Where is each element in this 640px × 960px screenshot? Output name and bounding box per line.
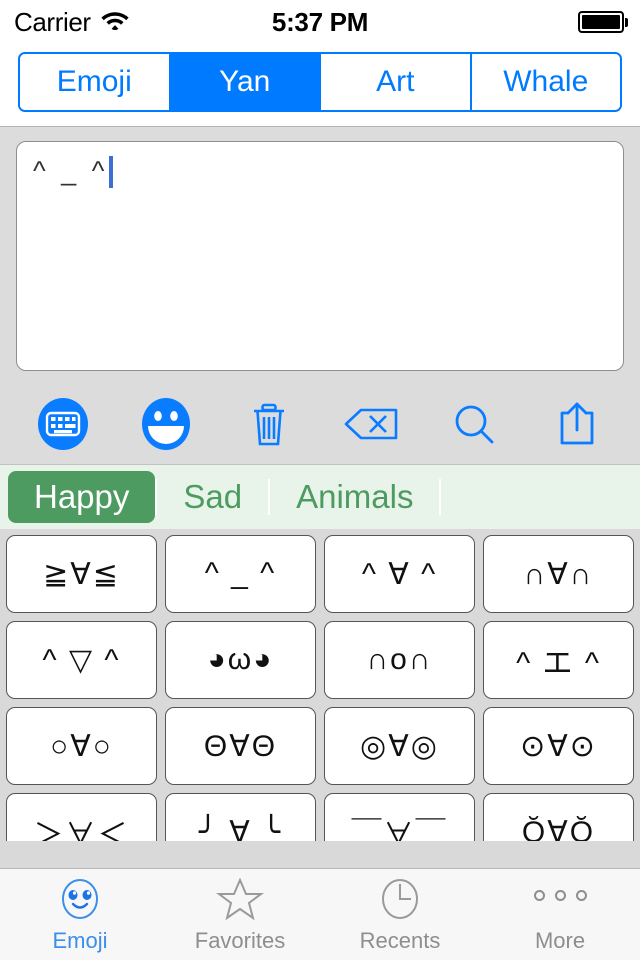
emoticon-grid[interactable]: ≧∀≦ ^ _ ^ ^ ∀ ^ ∩∀∩ ^ ▽ ^ ◕ω◕ ∩o∩ ^ エ ^ … bbox=[0, 529, 640, 841]
trash-icon[interactable] bbox=[236, 393, 302, 455]
segment-art[interactable]: Art bbox=[321, 54, 472, 110]
emoticon-cell[interactable]: ∩o∩ bbox=[324, 621, 475, 699]
segmented-control-container: Emoji Yan Art Whale bbox=[0, 44, 640, 126]
tab-label: More bbox=[534, 928, 586, 953]
star-icon bbox=[215, 875, 265, 925]
grid-row: ≧∀≦ ^ _ ^ ^ ∀ ^ ∩∀∩ bbox=[6, 535, 634, 613]
emoji-face-icon bbox=[55, 875, 105, 925]
grid-row: ○∀○ Θ∀Θ ◎∀◎ ⊙∀⊙ bbox=[6, 707, 634, 785]
editor-toolbar bbox=[0, 383, 640, 465]
emoticon-cell[interactable]: Ŏ∀Ŏ bbox=[483, 793, 634, 841]
text-input-area[interactable]: ^ _ ^ bbox=[16, 141, 624, 371]
clock-icon bbox=[375, 875, 425, 925]
emoticon-cell[interactable]: ^ ▽ ^ bbox=[6, 621, 157, 699]
text-area-region: ^ _ ^ bbox=[0, 126, 640, 383]
battery-full-icon bbox=[577, 11, 628, 33]
tab-recents[interactable]: Recents bbox=[320, 869, 480, 960]
segment-emoji[interactable]: Emoji bbox=[20, 54, 171, 110]
category-divider bbox=[439, 479, 442, 515]
share-icon[interactable] bbox=[544, 393, 610, 455]
ellipsis-icon bbox=[533, 875, 587, 925]
tab-label: Favorites bbox=[194, 928, 286, 953]
backspace-icon[interactable] bbox=[338, 393, 404, 455]
category-happy[interactable]: Happy bbox=[8, 471, 156, 523]
segment-yan[interactable]: Yan bbox=[170, 54, 321, 110]
emoticon-cell[interactable]: ＞∀＜ bbox=[6, 793, 157, 841]
segment-whale[interactable]: Whale bbox=[471, 54, 620, 110]
smiley-icon[interactable] bbox=[133, 393, 199, 455]
emoticon-cell[interactable]: ╯ ∀ ╰ bbox=[165, 793, 316, 841]
category-animals[interactable]: Animals bbox=[270, 471, 439, 523]
status-bar-time: 5:37 PM bbox=[271, 6, 369, 37]
emoticon-cell[interactable]: ⊙∀⊙ bbox=[483, 707, 634, 785]
emoticon-cell[interactable]: ^ ∀ ^ bbox=[324, 535, 475, 613]
emoticon-cell[interactable]: ∩∀∩ bbox=[483, 535, 634, 613]
tab-label: Recents bbox=[359, 928, 441, 953]
app-root: Carrier 5:37 PM Emoji Yan Art Whale ^ _ … bbox=[0, 0, 640, 960]
search-icon[interactable] bbox=[441, 393, 507, 455]
emoticon-cell[interactable]: ◎∀◎ bbox=[324, 707, 475, 785]
emoticon-cell[interactable]: ○∀○ bbox=[6, 707, 157, 785]
emoticon-cell[interactable]: ￣∀￣ bbox=[324, 793, 475, 841]
text-caret bbox=[109, 156, 114, 188]
grid-row: ^ ▽ ^ ◕ω◕ ∩o∩ ^ エ ^ bbox=[6, 621, 634, 699]
emoticon-cell[interactable]: ◕ω◕ bbox=[165, 621, 316, 699]
tab-label: Emoji bbox=[52, 928, 108, 953]
emoticon-cell[interactable]: ^ エ ^ bbox=[483, 621, 634, 699]
tab-favorites[interactable]: Favorites bbox=[160, 869, 320, 960]
category-sad[interactable]: Sad bbox=[157, 471, 268, 523]
emoticon-cell[interactable]: ^ _ ^ bbox=[165, 535, 316, 613]
tab-bar: Emoji Favorites Recents More bbox=[0, 868, 640, 960]
grid-row: ＞∀＜ ╯ ∀ ╰ ￣∀￣ Ŏ∀Ŏ bbox=[6, 793, 634, 841]
text-input-value: ^ _ ^ bbox=[33, 156, 109, 186]
tab-more[interactable]: More bbox=[480, 869, 640, 960]
tab-emoji[interactable]: Emoji bbox=[0, 869, 160, 960]
keyboard-icon[interactable] bbox=[30, 393, 96, 455]
status-bar: Carrier 5:37 PM bbox=[0, 0, 640, 44]
segmented-control[interactable]: Emoji Yan Art Whale bbox=[18, 52, 622, 112]
category-bar[interactable]: Happy Sad Animals bbox=[0, 465, 640, 529]
emoticon-cell[interactable]: Θ∀Θ bbox=[165, 707, 316, 785]
emoticon-cell[interactable]: ≧∀≦ bbox=[6, 535, 157, 613]
